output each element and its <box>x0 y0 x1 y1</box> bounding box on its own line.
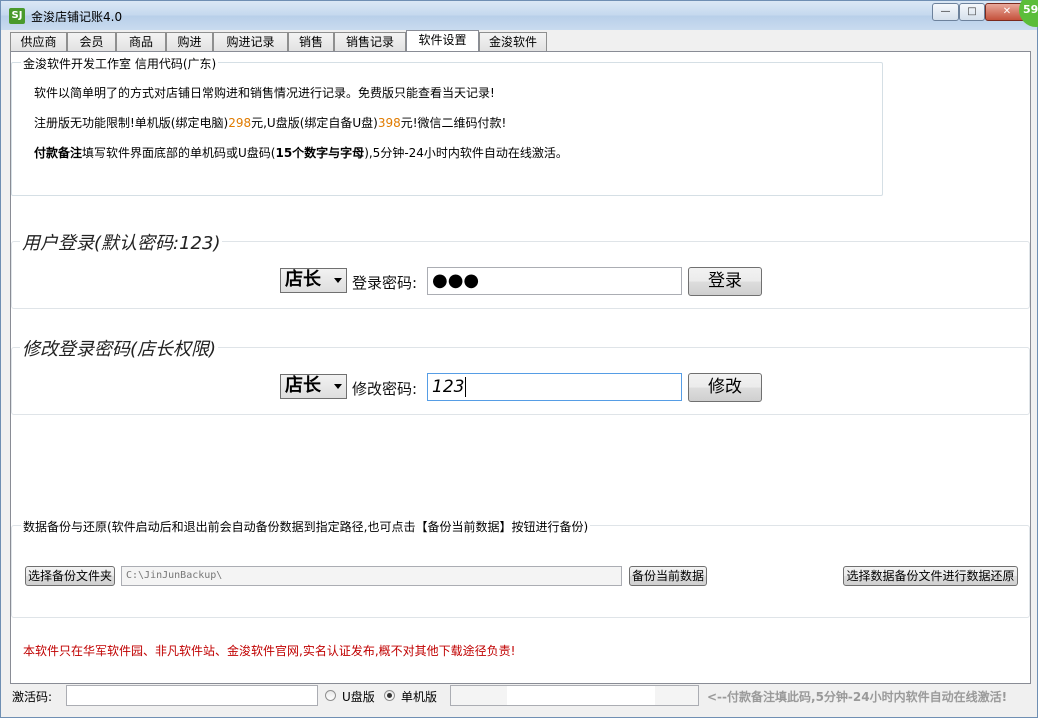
change-password-button[interactable]: 修改 <box>688 373 762 402</box>
info-line-3-bold-b: 15个数字与字母 <box>275 146 365 160</box>
update-badge[interactable]: 59 <box>1019 0 1038 27</box>
download-notice: 本软件只在华军软件园、非凡软件站、金浚软件官网,实名认证发布,概不对其他下载途径… <box>23 644 516 658</box>
info-line-3: 付款备注填写软件界面底部的单机码或U盘码(15个数字与字母),5分钟-24小时内… <box>34 144 568 161</box>
usb-version-label[interactable]: U盘版 <box>342 688 375 705</box>
login-legend: 用户登录(默认密码:123) <box>20 229 223 255</box>
app-logo-icon: SJ <box>9 8 25 24</box>
tab-supplier[interactable]: 供应商 <box>10 32 67 51</box>
tab-jinjun-software[interactable]: 金浚软件 <box>479 32 547 51</box>
tab-software-settings[interactable]: 软件设置 <box>406 30 479 51</box>
info-box: 金浚软件开发工作室 信用代码(广东) 软件以简单明了的方式对店铺日常购进和销售情… <box>11 55 883 196</box>
single-price: 298 <box>228 116 252 130</box>
tab-product[interactable]: 商品 <box>116 32 166 51</box>
tab-sales-records[interactable]: 销售记录 <box>334 32 406 51</box>
usb-price: 398 <box>377 116 401 130</box>
change-password-group: 修改登录密码(店长权限) 店长 修改密码: 123 修改 <box>11 335 1030 415</box>
choose-backup-folder-button[interactable]: 选择备份文件夹 <box>25 566 115 586</box>
usb-version-radio[interactable] <box>325 690 336 701</box>
backup-legend: 数据备份与还原(软件启动后和退出前会自动备份数据到指定路径,也可点击【备份当前数… <box>21 518 591 535</box>
app-window: SJ 金浚店铺记账4.0 — □ ✕ 59 供应商 会员 商品 购进 购进记录 … <box>0 0 1038 718</box>
change-password-label: 修改密码: <box>352 380 418 398</box>
chevron-down-icon <box>334 278 342 283</box>
login-password-input[interactable]: ●●● <box>427 267 682 295</box>
change-role-value: 店长 <box>285 375 321 396</box>
title-bar[interactable]: SJ 金浚店铺记账4.0 — □ ✕ 59 <box>1 0 1038 30</box>
info-line-2-text-b: 元,U盘版(绑定自备U盘) <box>251 116 378 130</box>
info-legend: 金浚软件开发工作室 信用代码(广东) <box>21 55 219 72</box>
login-role-value: 店长 <box>285 269 321 290</box>
restore-backup-button[interactable]: 选择数据备份文件进行数据还原 <box>843 566 1018 586</box>
change-role-select[interactable]: 店长 <box>280 374 347 399</box>
info-line-3-text-b: ),5分钟-24小时内软件自动在线激活。 <box>364 146 568 160</box>
backup-path-input[interactable]: C:\JinJunBackup\ <box>121 566 622 586</box>
backup-now-button[interactable]: 备份当前数据 <box>629 566 707 586</box>
login-group: 用户登录(默认密码:123) 店长 登录密码: ●●● 登录 <box>11 229 1030 309</box>
maximize-button[interactable]: □ <box>959 3 985 21</box>
change-password-legend: 修改登录密码(店长权限) <box>20 335 219 361</box>
minimize-button[interactable]: — <box>932 3 959 21</box>
new-password-value: 123 <box>432 377 465 397</box>
status-bar: 激活码: U盘版 单机版 <--付款备注填此码,5分钟-24小时内软件自动在线激… <box>1 684 1037 717</box>
info-line-3-bold-a: 付款备注 <box>34 146 83 160</box>
info-line-2-text-c: 元!微信二维码付款! <box>400 116 507 130</box>
tab-sales[interactable]: 销售 <box>288 32 334 51</box>
info-line-2: 注册版无功能限制!单机版(绑定电脑)298元,U盘版(绑定自备U盘)398元!微… <box>34 114 506 131</box>
tab-purchase-records[interactable]: 购进记录 <box>213 32 288 51</box>
info-line-1: 软件以简单明了的方式对店铺日常购进和销售情况进行记录。免费版只能查看当天记录! <box>34 86 495 100</box>
login-password-label: 登录密码: <box>352 274 418 292</box>
info-line-3-text-a: 填写软件界面底部的单机码或U盘码( <box>82 146 276 160</box>
window-title: 金浚店铺记账4.0 <box>31 10 123 24</box>
single-version-radio[interactable] <box>384 690 395 701</box>
info-line-2-text-a: 注册版无功能限制!单机版(绑定电脑) <box>34 116 229 130</box>
settings-panel: 金浚软件开发工作室 信用代码(广东) 软件以简单明了的方式对店铺日常购进和销售情… <box>10 51 1031 684</box>
login-role-select[interactable]: 店长 <box>280 268 347 293</box>
machine-code-field[interactable] <box>450 685 699 706</box>
backup-group: 数据备份与还原(软件启动后和退出前会自动备份数据到指定路径,也可点击【备份当前数… <box>11 518 1030 618</box>
activation-hint: <--付款备注填此码,5分钟-24小时内软件自动在线激活! <box>707 690 1008 704</box>
new-password-input[interactable]: 123 <box>427 373 682 401</box>
machine-code-value-area <box>507 686 655 705</box>
tab-purchase[interactable]: 购进 <box>166 32 213 51</box>
single-version-label[interactable]: 单机版 <box>401 688 437 705</box>
tab-member[interactable]: 会员 <box>67 32 116 51</box>
activation-code-label: 激活码: <box>12 690 53 704</box>
chevron-down-icon <box>334 384 342 389</box>
text-cursor <box>465 377 467 397</box>
login-button[interactable]: 登录 <box>688 267 762 296</box>
activation-code-input[interactable] <box>66 685 318 706</box>
